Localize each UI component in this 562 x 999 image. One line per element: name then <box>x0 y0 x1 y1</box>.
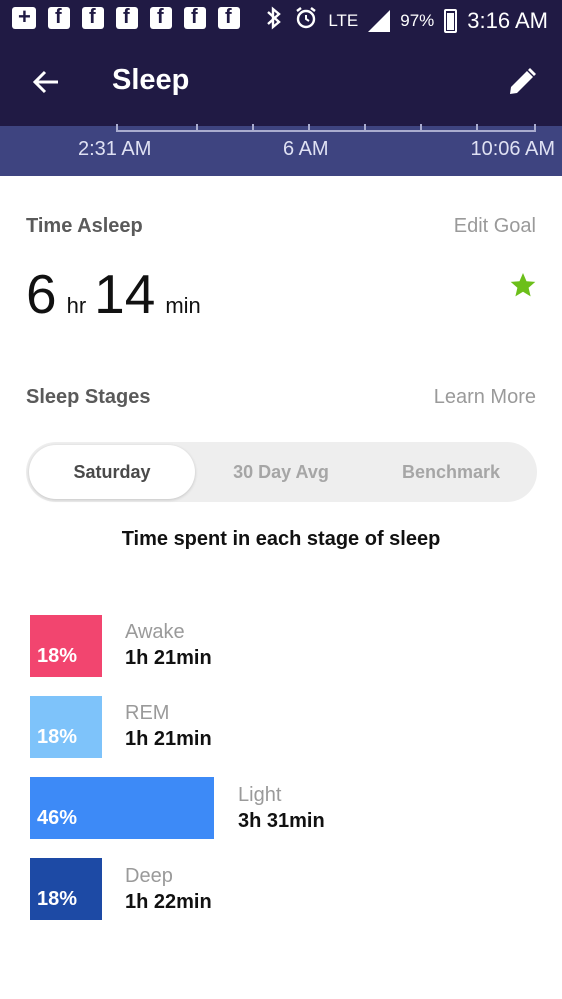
pencil-icon <box>510 68 536 94</box>
battery-icon <box>444 9 458 33</box>
timeline-tick <box>420 124 422 132</box>
tab-benchmark[interactable]: Benchmark <box>368 445 534 499</box>
signal-icon <box>368 10 391 32</box>
tab-saturday[interactable]: Saturday <box>29 445 195 499</box>
facebook-icon <box>218 6 240 29</box>
page-title: Sleep <box>112 64 190 96</box>
stages-heading: Time spent in each stage of sleep <box>121 528 441 550</box>
hours-value: 6 <box>26 263 57 325</box>
tab-30-day-avg[interactable]: 30 Day Avg <box>198 445 364 499</box>
timeline-start-label: 2:31 AM <box>78 138 152 160</box>
learn-more-link[interactable]: Learn More <box>434 386 536 409</box>
stage-bar-deep[interactable]: 18% <box>30 858 102 920</box>
back-button[interactable] <box>24 60 68 104</box>
stage-duration-deep: 1h 22min <box>125 891 212 913</box>
stage-name-rem: REM <box>125 702 170 724</box>
stage-name-light: Light <box>238 784 282 806</box>
timeline-tick <box>476 124 478 132</box>
timeline-mid-label: 6 AM <box>283 138 329 160</box>
stage-percent: 46% <box>37 807 78 829</box>
minutes-unit: min <box>165 293 201 318</box>
stage-percent: 18% <box>37 888 78 910</box>
stage-bar-light[interactable]: 46% <box>30 777 214 839</box>
stage-duration-rem: 1h 21min <box>125 728 212 750</box>
timeline-tick <box>116 124 118 132</box>
star-icon <box>510 273 536 297</box>
arrow-left-icon <box>32 70 58 94</box>
stage-bar-awake[interactable]: 18% <box>30 615 102 677</box>
stage-tabs: Saturday 30 Day Avg Benchmark <box>26 442 537 502</box>
battery-percent: 97% <box>400 11 435 30</box>
sleep-stages-title: Sleep Stages <box>26 386 151 408</box>
stage-bar-rem[interactable]: 18% <box>30 696 102 758</box>
facebook-icon <box>116 6 138 29</box>
notification-plus-icon <box>12 4 36 30</box>
edit-goal-link[interactable]: Edit Goal <box>454 215 536 238</box>
status-bar: LTE 97% 3:16 AM <box>0 0 562 38</box>
stage-duration-awake: 1h 21min <box>125 647 212 669</box>
lte-indicator: LTE <box>328 11 359 30</box>
timeline-tick <box>308 124 310 132</box>
timeline-axis <box>116 124 536 132</box>
timeline-end-label: 10:06 AM <box>470 138 555 160</box>
clock: 3:16 AM <box>467 8 548 33</box>
timeline-tick <box>534 124 536 132</box>
stage-duration-light: 3h 31min <box>238 810 325 832</box>
alarm-icon <box>294 6 318 36</box>
minutes-value: 14 <box>94 263 156 325</box>
stage-percent: 18% <box>37 645 78 667</box>
notification-icons <box>12 4 240 30</box>
hours-unit: hr <box>66 293 87 318</box>
app-header: Sleep <box>0 38 562 126</box>
time-asleep-title: Time Asleep <box>26 215 143 237</box>
facebook-icon <box>150 6 172 29</box>
sleep-timeline[interactable]: 2:31 AM 6 AM 10:06 AM <box>0 124 562 176</box>
facebook-icon <box>184 6 206 29</box>
time-asleep-value: 6 hr 14 min <box>26 262 209 326</box>
facebook-icon <box>48 6 70 29</box>
stage-name-deep: Deep <box>125 865 173 887</box>
stage-name-awake: Awake <box>125 621 185 643</box>
timeline-tick <box>364 124 366 132</box>
stage-percent: 18% <box>37 726 78 748</box>
timeline-tick <box>196 124 198 132</box>
bluetooth-icon <box>264 6 284 36</box>
facebook-icon <box>82 6 104 29</box>
edit-button[interactable] <box>500 60 544 104</box>
timeline-tick <box>252 124 254 132</box>
